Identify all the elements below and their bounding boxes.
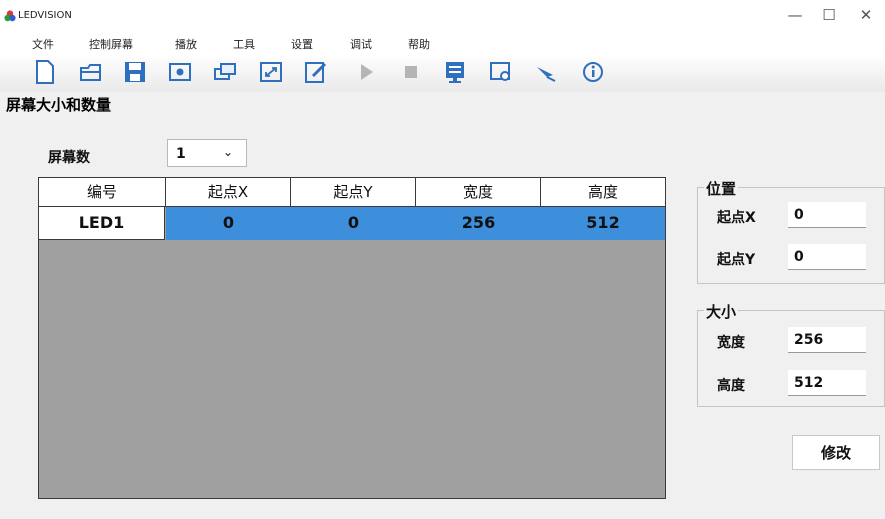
- screen-icon[interactable]: [442, 59, 468, 85]
- height-input[interactable]: 512: [788, 370, 866, 396]
- menu-item-debug[interactable]: 调试: [350, 36, 372, 52]
- fullscreen-icon[interactable]: [258, 59, 284, 85]
- cell-height[interactable]: 512: [541, 207, 665, 240]
- size-group: 大小 宽度 256 高度 512: [697, 301, 885, 407]
- window-icon[interactable]: [212, 59, 238, 85]
- new-file-icon[interactable]: [32, 59, 58, 85]
- stop-icon[interactable]: [398, 59, 424, 85]
- width-input[interactable]: 256: [788, 327, 866, 353]
- satellite-icon[interactable]: [533, 59, 559, 85]
- start-x-input[interactable]: 0: [788, 202, 866, 228]
- menu-item-settings[interactable]: 设置: [291, 36, 313, 52]
- column-header-start-y[interactable]: 起点Y: [291, 178, 416, 206]
- maximize-button[interactable]: ☐: [815, 4, 843, 26]
- minimize-button[interactable]: —: [781, 4, 809, 26]
- app-logo-icon: [4, 10, 16, 22]
- position-group: 位置 起点X 0 起点Y 0: [697, 178, 885, 284]
- table-header: 编号 起点X 起点Y 宽度 高度: [39, 178, 665, 207]
- screen-table[interactable]: 编号 起点X 起点Y 宽度 高度 LED1 0 0 256 512: [38, 177, 666, 499]
- menu-item-tools[interactable]: 工具: [233, 36, 255, 52]
- column-header-id[interactable]: 编号: [39, 178, 166, 206]
- menu-item-file[interactable]: 文件: [32, 36, 54, 52]
- menu-item-play[interactable]: 播放: [175, 36, 197, 52]
- size-group-title: 大小: [704, 301, 739, 322]
- column-header-height[interactable]: 高度: [541, 178, 665, 206]
- toolbar: [0, 54, 885, 92]
- cell-width[interactable]: 256: [416, 207, 541, 240]
- settings-icon[interactable]: [488, 59, 514, 85]
- info-icon[interactable]: [580, 59, 606, 85]
- height-label: 高度: [717, 378, 745, 394]
- screen-count-select[interactable]: 1 ⌄: [167, 139, 247, 167]
- open-folder-icon[interactable]: [78, 59, 104, 85]
- play-icon[interactable]: [353, 59, 379, 85]
- window-title: LEDVISION: [18, 10, 72, 21]
- close-button[interactable]: ✕: [852, 4, 880, 26]
- menu-item-control-screen[interactable]: 控制屏幕: [89, 36, 133, 52]
- start-y-input[interactable]: 0: [788, 244, 866, 270]
- position-group-title: 位置: [704, 178, 739, 199]
- screen-count-label: 屏幕数: [48, 150, 90, 166]
- preview-icon[interactable]: [167, 59, 193, 85]
- save-icon[interactable]: [122, 59, 148, 85]
- title-bar: LEDVISION — ☐ ✕: [0, 0, 885, 32]
- start-y-label: 起点Y: [717, 252, 756, 268]
- cell-start-x[interactable]: 0: [166, 207, 291, 240]
- section-title: 屏幕大小和数量: [6, 96, 112, 114]
- screen-count-value: 1: [176, 146, 186, 162]
- cell-start-y[interactable]: 0: [291, 207, 416, 240]
- start-x-label: 起点X: [717, 210, 756, 226]
- menu-item-help[interactable]: 帮助: [408, 36, 430, 52]
- column-header-width[interactable]: 宽度: [416, 178, 541, 206]
- menu-bar: 文件 控制屏幕 播放 工具 设置 调试 帮助: [0, 32, 885, 54]
- modify-button[interactable]: 修改: [792, 435, 880, 470]
- edit-icon[interactable]: [303, 59, 329, 85]
- table-row[interactable]: LED1 0 0 256 512: [39, 207, 665, 240]
- width-label: 宽度: [717, 335, 745, 351]
- row-header-id[interactable]: LED1: [39, 207, 165, 240]
- column-header-start-x[interactable]: 起点X: [166, 178, 291, 206]
- chevron-down-icon: ⌄: [223, 145, 234, 159]
